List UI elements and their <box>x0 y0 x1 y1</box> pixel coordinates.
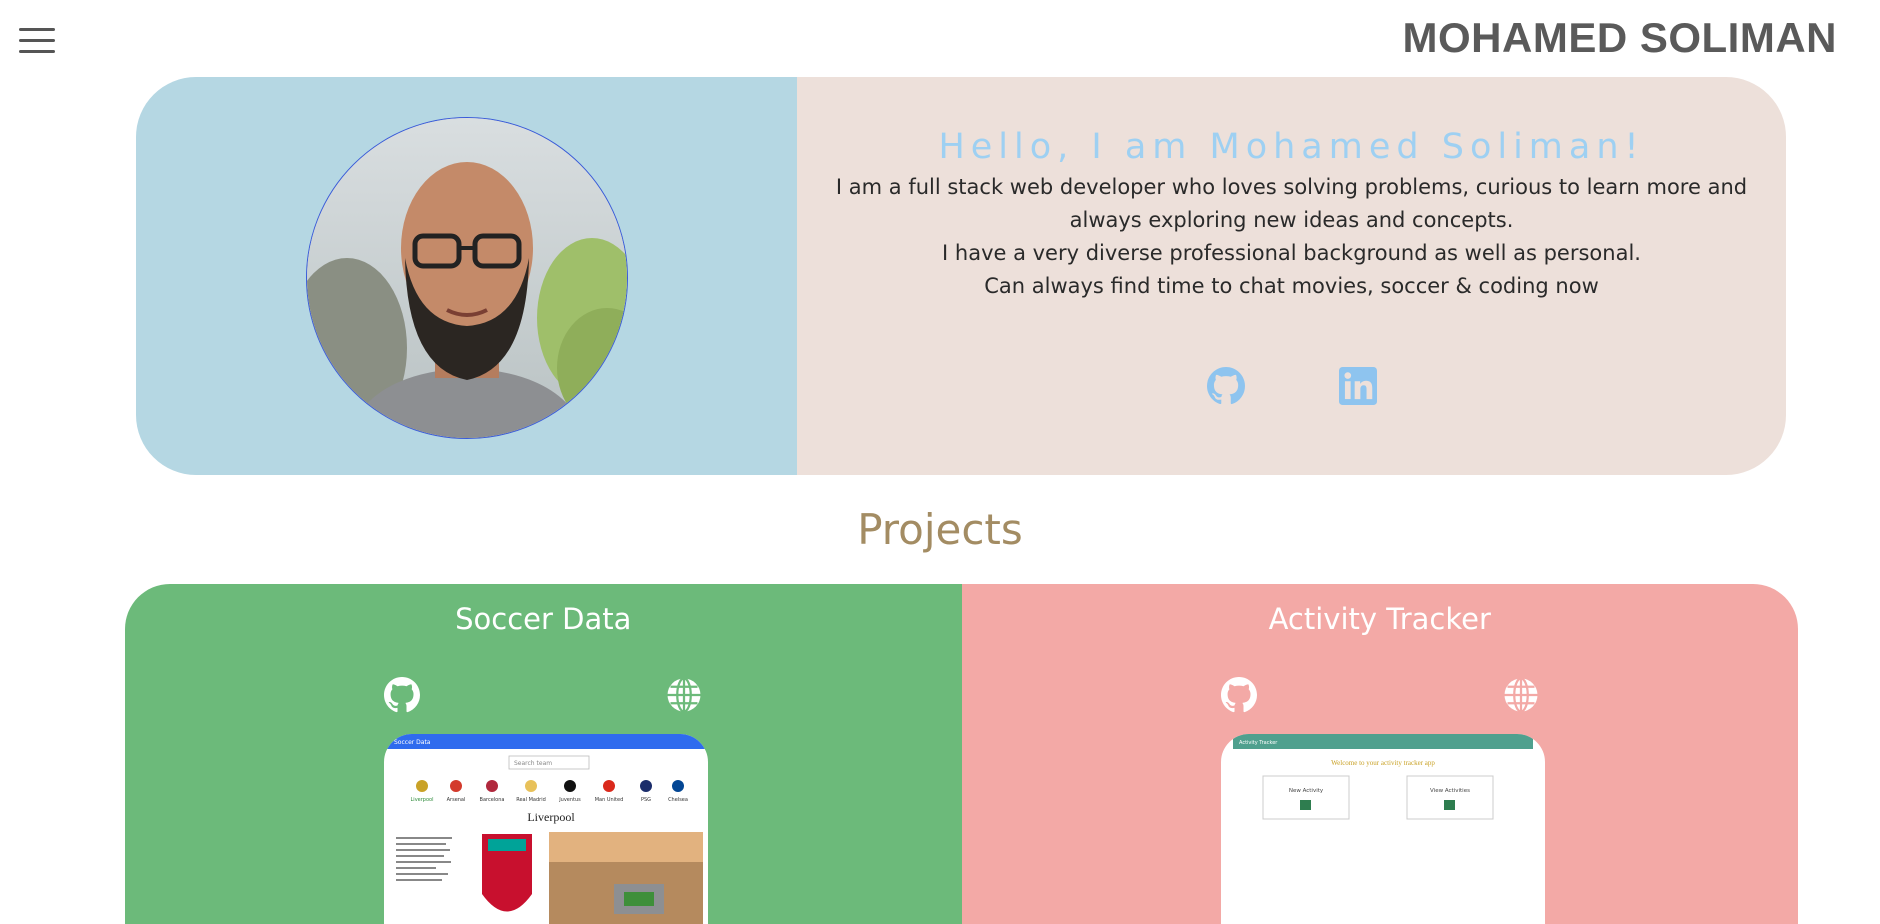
avatar <box>306 117 628 439</box>
hero-photo-panel <box>136 77 797 475</box>
project-card-activity-tracker: Activity Tracker Activity Tracker Welcom… <box>961 584 1799 924</box>
project-links <box>962 677 1799 713</box>
preview-card-label: New Activity <box>1288 788 1323 794</box>
preview-selected-team: Liverpool <box>527 810 575 824</box>
bio-line: I have a very diverse professional backg… <box>942 241 1641 265</box>
project-screenshot[interactable]: Activity Tracker Welcome to your activit… <box>1220 734 1545 924</box>
project-card-soccer-data: Soccer Data Soccer Data Search team Live… <box>125 584 962 924</box>
github-icon[interactable] <box>1206 367 1245 405</box>
team-label: PSG <box>641 797 651 803</box>
globe-icon[interactable] <box>666 677 702 713</box>
projects-section: Soccer Data Soccer Data Search team Live… <box>125 584 1798 924</box>
team-label: Arsenal <box>447 797 466 803</box>
linkedin-icon[interactable] <box>1338 367 1377 405</box>
bio-line: I am a full stack web developer who love… <box>835 175 1748 232</box>
team-label: Man United <box>595 797 624 803</box>
preview-search-placeholder: Search team <box>514 760 552 767</box>
bio-line: Can always find time to chat movies, soc… <box>984 274 1599 298</box>
project-screenshot[interactable]: Soccer Data Search team Liverpool Arsena… <box>384 734 708 924</box>
social-links <box>797 367 1786 405</box>
team-label: Barcelona <box>480 797 505 803</box>
globe-icon[interactable] <box>1503 677 1539 713</box>
hero-intro-panel: Hello, I am Mohamed Soliman! I am a full… <box>797 77 1786 475</box>
preview-welcome: Welcome to your activity tracker app <box>1331 759 1435 767</box>
menu-bar <box>19 28 55 31</box>
hero-section: Hello, I am Mohamed Soliman! I am a full… <box>136 77 1786 475</box>
project-title: Soccer Data <box>455 602 632 636</box>
bio: I am a full stack web developer who love… <box>797 171 1786 303</box>
profile-photo <box>307 118 627 438</box>
site-title: MOHAMED SOLIMAN <box>1402 14 1837 61</box>
greeting-heading: Hello, I am Mohamed Soliman! <box>938 127 1645 167</box>
team-label: Liverpool <box>411 797 434 803</box>
github-icon[interactable] <box>384 677 421 713</box>
hamburger-menu-icon[interactable] <box>19 28 55 56</box>
team-label: Chelsea <box>668 797 688 803</box>
github-icon[interactable] <box>1220 677 1257 713</box>
menu-bar <box>19 39 55 42</box>
team-label: Real Madrid <box>516 797 546 803</box>
preview-app-bar-text: Activity Tracker <box>1239 740 1278 746</box>
preview-app-bar-text: Soccer Data <box>394 739 431 746</box>
team-label: Juventus <box>558 797 581 803</box>
project-title: Activity Tracker <box>1268 602 1491 636</box>
menu-bar <box>19 50 55 53</box>
project-links <box>125 677 962 713</box>
projects-heading: Projects <box>857 505 1023 554</box>
preview-card-label: View Activities <box>1430 788 1470 794</box>
